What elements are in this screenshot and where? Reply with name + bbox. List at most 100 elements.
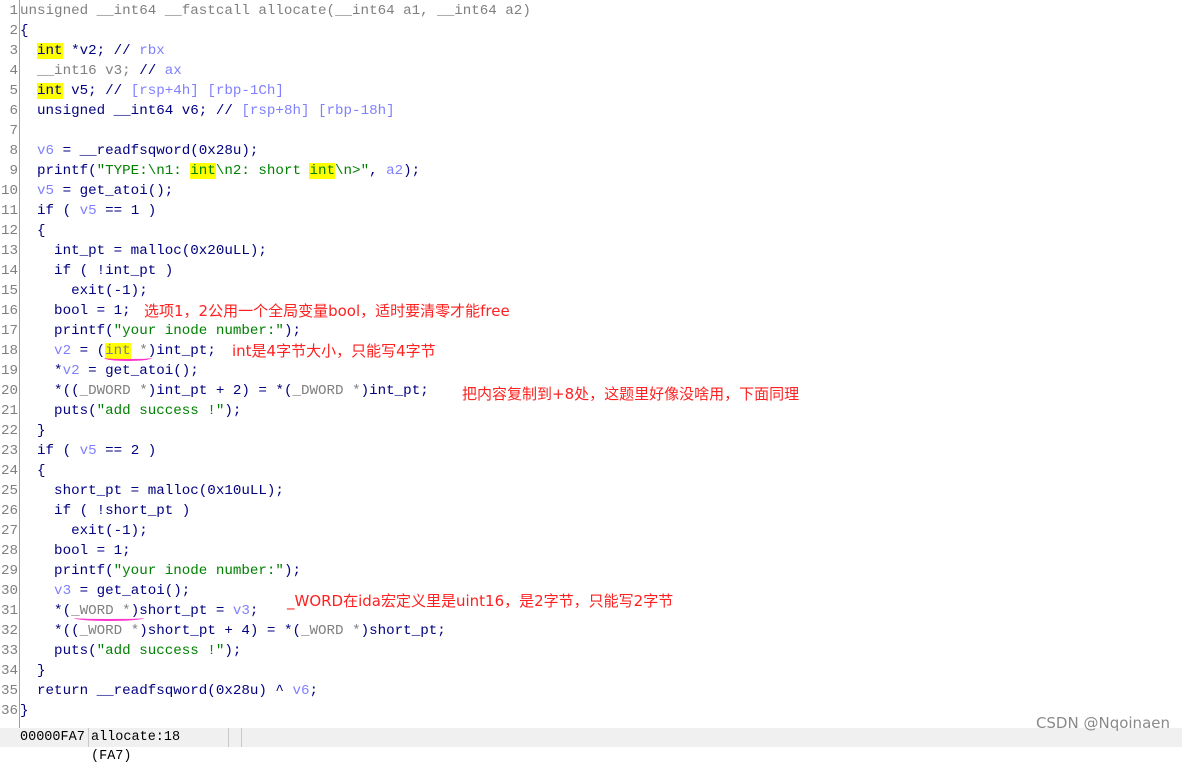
code-line[interactable]: 34 } bbox=[0, 661, 1182, 681]
code-token[interactable]: )short_pt + 4) = *( bbox=[139, 623, 301, 639]
code-token[interactable]: ); bbox=[224, 643, 241, 659]
code-text[interactable]: short_pt = malloc(0x10uLL); bbox=[20, 481, 284, 501]
code-line[interactable]: 36} bbox=[0, 701, 1182, 721]
code-token[interactable]: _DWORD * bbox=[80, 383, 148, 399]
code-text[interactable]: *((_DWORD *)int_pt + 2) = *(_DWORD *)int… bbox=[20, 381, 429, 401]
code-text[interactable]: if ( v5 == 1 ) bbox=[20, 201, 156, 221]
code-text[interactable]: v3 = get_atoi(); bbox=[20, 581, 190, 601]
code-line[interactable]: 3 int *v2; // rbx bbox=[0, 41, 1182, 61]
code-token[interactable]: int bbox=[190, 163, 216, 179]
code-text[interactable]: printf("your inode number:"); bbox=[20, 321, 301, 341]
code-token[interactable]: } bbox=[20, 423, 46, 439]
code-line[interactable]: 28 bool = 1; bbox=[0, 541, 1182, 561]
code-token[interactable]: _DWORD * bbox=[292, 383, 360, 399]
pseudocode-view[interactable]: 1 unsigned __int64 __fastcall allocate(__… bbox=[0, 1, 1182, 721]
code-token[interactable]: int bbox=[37, 43, 63, 59]
code-text[interactable]: if ( !short_pt ) bbox=[20, 501, 190, 521]
code-token[interactable]: , bbox=[369, 163, 386, 179]
code-token[interactable]: v3 bbox=[20, 583, 71, 599]
code-text[interactable]: puts("add success !"); bbox=[20, 641, 241, 661]
code-token[interactable]: [rsp+4h] [rbp-1Ch] bbox=[122, 83, 284, 99]
code-token[interactable]: v3 bbox=[233, 603, 250, 619]
code-token[interactable]: exit(-1); bbox=[20, 523, 148, 539]
code-line[interactable]: 10 v5 = get_atoi(); bbox=[0, 181, 1182, 201]
code-text[interactable]: *v2 = get_atoi(); bbox=[20, 361, 199, 381]
code-text[interactable]: } bbox=[20, 661, 46, 681]
code-text[interactable]: v6 = __readfsqword(0x28u); bbox=[20, 141, 258, 161]
code-line[interactable]: 5 int v5; // [rsp+4h] [rbp-1Ch] bbox=[0, 81, 1182, 101]
code-token[interactable]: __int16 v3; bbox=[20, 63, 131, 79]
code-token[interactable]: )int_pt; bbox=[361, 383, 429, 399]
code-text[interactable]: } bbox=[20, 701, 29, 721]
code-token[interactable]: } bbox=[20, 703, 29, 719]
code-token[interactable]: v2 bbox=[20, 343, 71, 359]
code-token[interactable]: unsigned __int64 __fastcall allocate(__i… bbox=[20, 3, 531, 19]
code-token[interactable]: *(( bbox=[20, 383, 80, 399]
code-token[interactable]: v5 bbox=[80, 443, 97, 459]
code-line[interactable]: 33 puts("add success !"); bbox=[0, 641, 1182, 661]
code-token[interactable]: rbx bbox=[131, 43, 165, 59]
code-token[interactable]: "add success !" bbox=[97, 643, 225, 659]
code-text[interactable]: printf("your inode number:"); bbox=[20, 561, 301, 581]
code-token[interactable]: return __readfsqword(0x28u) ^ bbox=[20, 683, 292, 699]
code-token[interactable]: = get_atoi(); bbox=[80, 363, 199, 379]
code-text[interactable]: __int16 v3; // ax bbox=[20, 61, 182, 81]
code-token[interactable]: if ( bbox=[20, 443, 80, 459]
code-token[interactable]: printf( bbox=[20, 563, 114, 579]
code-token[interactable]: ; bbox=[309, 683, 318, 699]
code-token[interactable]: v6 bbox=[20, 143, 54, 159]
code-token[interactable]: [rsp+8h] [rbp-18h] bbox=[233, 103, 394, 119]
code-token[interactable]: v6 bbox=[292, 683, 309, 699]
code-token[interactable]: v5 bbox=[80, 203, 97, 219]
code-text[interactable]: { bbox=[20, 21, 29, 41]
code-line[interactable]: 13 int_pt = malloc(0x20uLL); bbox=[0, 241, 1182, 261]
code-token[interactable]: int bbox=[309, 163, 336, 179]
code-line[interactable]: 35 return __readfsqword(0x28u) ^ v6; bbox=[0, 681, 1182, 701]
code-token[interactable]: bool = 1; bbox=[20, 303, 131, 319]
code-token[interactable]: "your inode number:" bbox=[114, 563, 284, 579]
code-token[interactable]: v5 bbox=[20, 183, 54, 199]
code-token[interactable]: "add success !" bbox=[97, 403, 225, 419]
code-text[interactable]: int_pt = malloc(0x20uLL); bbox=[20, 241, 267, 261]
code-line[interactable]: 11 if ( v5 == 1 ) bbox=[0, 201, 1182, 221]
code-text[interactable]: bool = 1; bbox=[20, 541, 131, 561]
code-text[interactable]: } bbox=[20, 421, 46, 441]
code-text[interactable]: if ( v5 == 2 ) bbox=[20, 441, 156, 461]
code-text[interactable]: int v5; // [rsp+4h] [rbp-1Ch] bbox=[20, 81, 284, 101]
code-token[interactable]: \n>" bbox=[335, 163, 369, 179]
code-token[interactable]: v2 bbox=[63, 363, 80, 379]
code-line[interactable]: 8 v6 = __readfsqword(0x28u); bbox=[0, 141, 1182, 161]
code-token[interactable]: ); bbox=[403, 163, 420, 179]
code-token[interactable] bbox=[20, 43, 37, 59]
code-line[interactable]: 7 bbox=[0, 121, 1182, 141]
code-line[interactable]: 1 unsigned __int64 __fastcall allocate(__… bbox=[0, 1, 1182, 21]
code-token[interactable]: *( bbox=[20, 603, 71, 619]
code-line[interactable]: 29 printf("your inode number:"); bbox=[0, 561, 1182, 581]
code-text[interactable]: { bbox=[20, 461, 46, 481]
code-token[interactable]: _WORD * bbox=[301, 623, 361, 639]
code-line[interactable]: 22 } bbox=[0, 421, 1182, 441]
code-token[interactable]: int_pt = malloc(0x20uLL); bbox=[20, 243, 267, 259]
code-token[interactable]: printf( bbox=[20, 163, 97, 179]
code-token[interactable]: )int_pt + 2) = *( bbox=[148, 383, 293, 399]
code-token[interactable]: } bbox=[20, 663, 46, 679]
code-token[interactable]: ); bbox=[224, 403, 241, 419]
code-token[interactable]: if ( !int_pt ) bbox=[20, 263, 173, 279]
code-token[interactable]: "TYPE:\n1: bbox=[97, 163, 191, 179]
code-token[interactable]: bool = 1; bbox=[20, 543, 131, 559]
code-line[interactable]: 19 *v2 = get_atoi(); bbox=[0, 361, 1182, 381]
code-line[interactable]: 23 if ( v5 == 2 ) bbox=[0, 441, 1182, 461]
code-token[interactable]: == 1 ) bbox=[97, 203, 156, 219]
code-token[interactable]: = ( bbox=[71, 343, 106, 359]
code-line[interactable]: 6 unsigned __int64 v6; // [rsp+8h] [rbp-… bbox=[0, 101, 1182, 121]
code-line[interactable]: 12 { bbox=[0, 221, 1182, 241]
code-line[interactable]: 26 if ( !short_pt ) bbox=[0, 501, 1182, 521]
code-text[interactable]: unsigned __int64 v6; // [rsp+8h] [rbp-18… bbox=[20, 101, 395, 121]
code-line[interactable]: 24 { bbox=[0, 461, 1182, 481]
code-token[interactable]: // bbox=[131, 63, 156, 79]
code-token[interactable]: = __readfsqword(0x28u); bbox=[54, 143, 259, 159]
code-line[interactable]: 21 puts("add success !"); bbox=[0, 401, 1182, 421]
code-text[interactable]: exit(-1); bbox=[20, 521, 148, 541]
code-text[interactable]: { bbox=[20, 221, 46, 241]
code-token[interactable]: == 2 ) bbox=[97, 443, 156, 459]
